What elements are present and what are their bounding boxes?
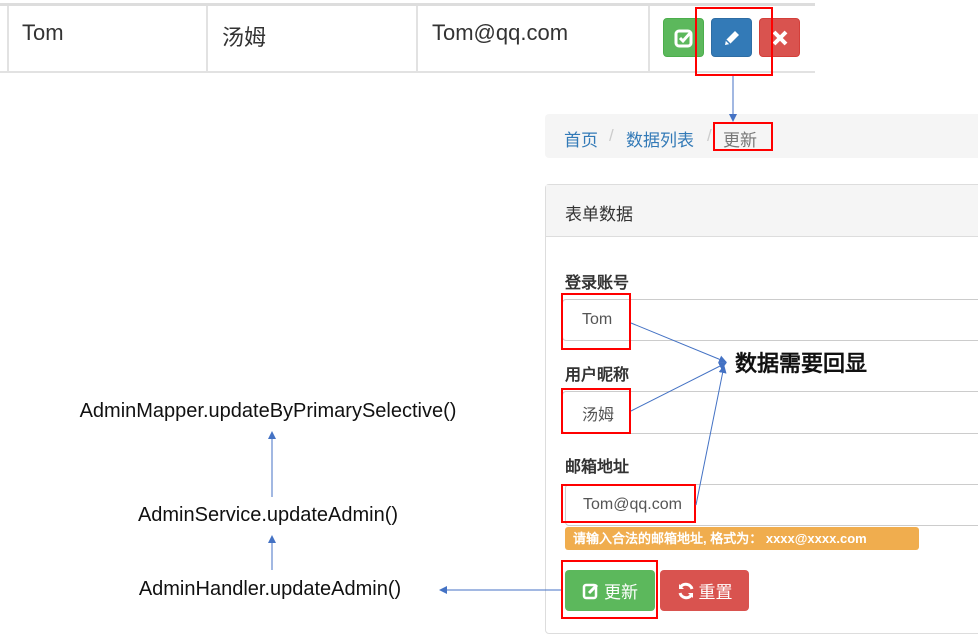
arrow-username-to-note bbox=[630, 322, 727, 364]
annotation-arrows bbox=[268, 76, 737, 594]
arrow-nickname-to-note bbox=[630, 362, 727, 412]
arrow-email-to-note bbox=[695, 365, 727, 506]
